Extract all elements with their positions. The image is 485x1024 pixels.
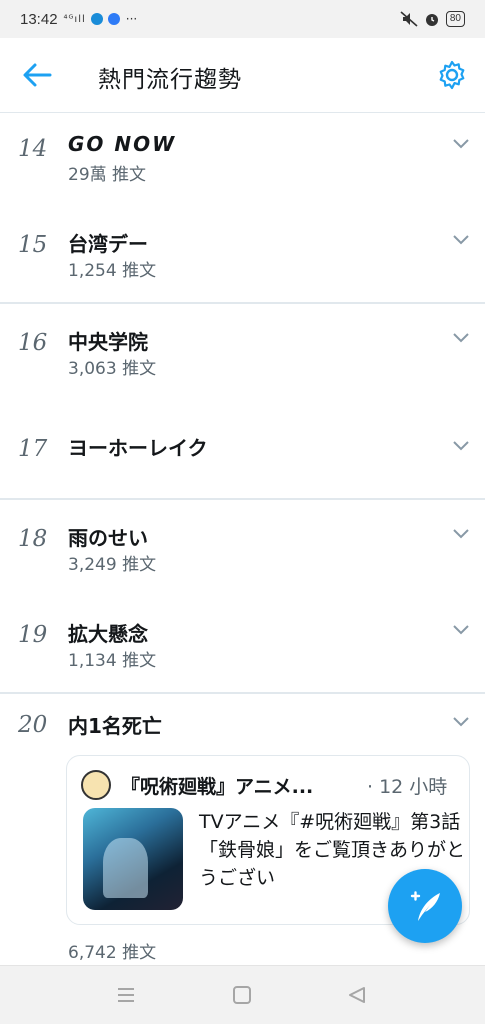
menu-icon[interactable] xyxy=(116,986,136,1004)
avatar[interactable] xyxy=(81,770,111,800)
chevron-down-icon[interactable] xyxy=(452,332,470,344)
compose-tweet-icon xyxy=(410,891,440,921)
trend-rank: 15 xyxy=(18,232,48,258)
trend-name: 内1名死亡 xyxy=(68,714,162,738)
trend-tweet-count: 3,063 推文 xyxy=(68,359,157,379)
trend-item[interactable]: 15 台湾デー 1,254 推文 xyxy=(0,210,485,302)
messenger-icon xyxy=(107,13,120,25)
triangle-back-icon[interactable] xyxy=(347,986,367,1004)
chevron-down-icon[interactable] xyxy=(452,440,470,452)
page-title: 熱門流行趨勢 xyxy=(98,67,242,93)
trend-tweet-count: 6,742 推文 xyxy=(68,943,157,963)
battery-icon: 80 xyxy=(445,11,465,27)
tweet-thumbnail[interactable] xyxy=(83,808,183,910)
app-bar: 熱門流行趨勢 xyxy=(0,38,485,113)
more-notifications-icon: ··· xyxy=(125,12,138,26)
chevron-down-icon[interactable] xyxy=(452,528,470,540)
trend-tweet-count: 1,134 推文 xyxy=(68,651,157,671)
signal-icon: ⁴ᴳıll xyxy=(63,13,86,25)
trend-item[interactable]: 18 雨のせい 3,249 推文 xyxy=(0,500,485,596)
arrow-left-icon[interactable] xyxy=(20,60,54,90)
chevron-down-icon[interactable] xyxy=(452,716,470,728)
status-time: 13:42 xyxy=(20,10,58,28)
gear-icon[interactable] xyxy=(436,59,468,91)
chevron-down-icon[interactable] xyxy=(452,624,470,636)
trend-item[interactable]: 16 中央学院 3,063 推文 xyxy=(0,304,485,402)
trend-name: 雨のせい xyxy=(68,526,148,550)
alarm-icon xyxy=(425,14,438,26)
trend-item[interactable]: 19 拡大懸念 1,134 推文 xyxy=(0,596,485,692)
trend-name: 台湾デー xyxy=(68,232,148,256)
trend-item[interactable]: 17 ヨーホーレイク xyxy=(0,402,485,497)
trend-name: ヨーホーレイク xyxy=(68,436,208,460)
trend-rank: 17 xyxy=(18,436,48,462)
trend-name: 拡大懸念 xyxy=(68,622,148,646)
trend-rank: 19 xyxy=(18,622,48,648)
trend-name: 中央学院 xyxy=(68,330,148,354)
chevron-down-icon[interactable] xyxy=(452,138,470,150)
trend-item[interactable]: 14 GO NOW 29萬 推文 xyxy=(0,114,485,210)
trend-tweet-count: 3,249 推文 xyxy=(68,555,157,575)
trend-rank: 20 xyxy=(18,712,48,738)
status-bar: 13:42 ⁴ᴳıll ··· 80 xyxy=(0,0,485,38)
trend-tweet-count: 1,254 推文 xyxy=(68,261,157,281)
trend-rank: 14 xyxy=(18,136,48,162)
trend-rank: 18 xyxy=(18,526,48,552)
trend-tweet-count: 29萬 推文 xyxy=(68,165,147,185)
chevron-down-icon[interactable] xyxy=(452,234,470,246)
tweet-time: · 12 小時 xyxy=(367,776,448,798)
trend-name: GO NOW xyxy=(68,132,177,156)
square-icon[interactable] xyxy=(232,986,252,1004)
mute-icon xyxy=(400,11,418,27)
compose-tweet-button[interactable] xyxy=(388,869,462,943)
telegram-icon xyxy=(90,13,103,25)
trend-rank: 16 xyxy=(18,330,48,356)
system-nav-bar xyxy=(0,965,485,1024)
tweet-author: 『呪術廻戦』アニメ... xyxy=(121,776,314,798)
